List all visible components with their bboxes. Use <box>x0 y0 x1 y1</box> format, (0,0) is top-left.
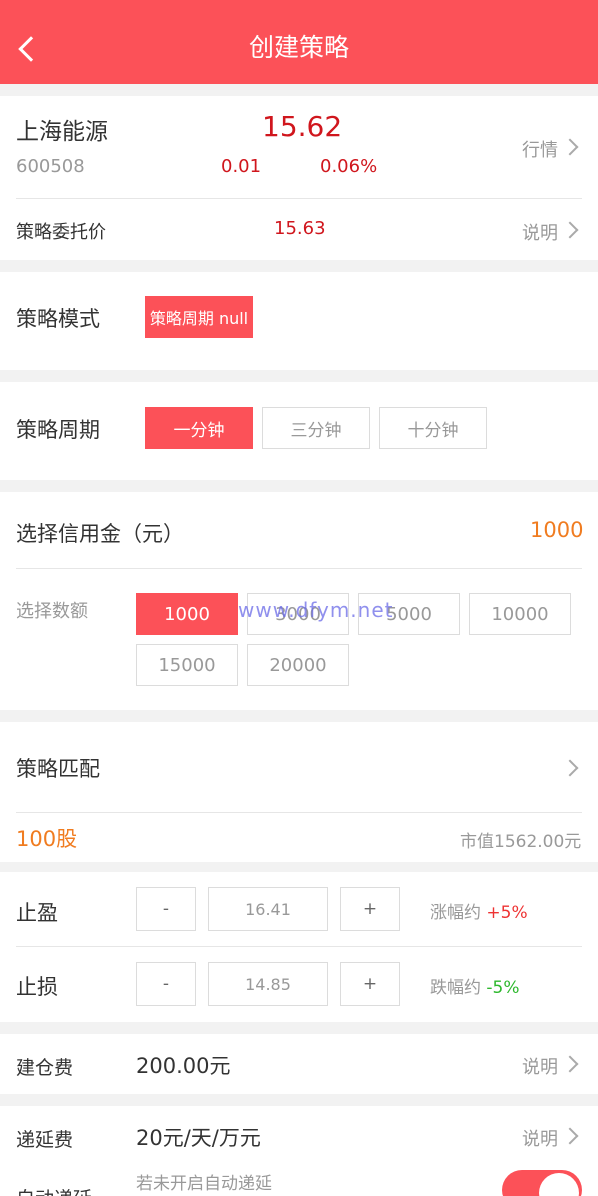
stop-loss-hint: 跌幅约 -5% <box>430 978 520 998</box>
stock-code: 600508 <box>16 156 85 177</box>
entrust-explain-link[interactable]: 说明 <box>522 219 558 245</box>
stock-change: 0.01 <box>221 156 262 177</box>
match-market-value: 市值1562.00元 <box>460 832 582 852</box>
stop-loss-plus-button[interactable]: + <box>340 962 400 1006</box>
defer-fee-explain-link[interactable]: 说明 <box>522 1125 558 1151</box>
divider <box>16 812 582 813</box>
page-title: 创建策略 <box>248 33 349 62</box>
take-profit-minus-button[interactable]: - <box>136 887 196 931</box>
credit-value: 1000 <box>530 518 584 542</box>
stock-change-pct: 0.06% <box>320 156 378 177</box>
entrust-price: 15.63 <box>274 218 326 239</box>
amount-option-1000[interactable]: 1000 <box>136 593 238 635</box>
app-header: 创建策略 <box>0 0 598 84</box>
take-profit-hint: 涨幅约 +5% <box>430 903 528 923</box>
stop-loss-input[interactable]: 14.85 <box>208 962 328 1006</box>
take-profit-input[interactable]: 16.41 <box>208 887 328 931</box>
stop-loss-minus-button[interactable]: - <box>136 962 196 1006</box>
defer-fee-value: 20元/天/万元 <box>136 1126 261 1150</box>
period-option-10min[interactable]: 十分钟 <box>379 407 487 449</box>
take-profit-plus-button[interactable]: + <box>340 887 400 931</box>
defer-fee-label: 递延费 <box>16 1129 74 1151</box>
period-option-3min[interactable]: 三分钟 <box>262 407 370 449</box>
mode-option-button[interactable]: 策略周期 null <box>145 296 253 338</box>
divider <box>16 198 582 199</box>
amount-label: 选择数额 <box>16 601 88 622</box>
open-fee-label: 建仓费 <box>16 1057 74 1079</box>
take-profit-pct: +5% <box>486 903 528 923</box>
open-fee-section <box>0 1034 598 1094</box>
match-shares: 100股 <box>16 827 78 851</box>
auto-defer-toggle[interactable] <box>502 1170 582 1196</box>
amount-option-20000[interactable]: 20000 <box>247 644 349 686</box>
stock-price: 15.62 <box>262 110 343 143</box>
toggle-knob <box>539 1173 579 1196</box>
open-fee-value: 200.00元 <box>136 1054 231 1078</box>
period-option-1min[interactable]: 一分钟 <box>145 407 253 449</box>
open-fee-explain-link[interactable]: 说明 <box>522 1053 558 1079</box>
auto-defer-hint: 若未开启自动递延 <box>136 1174 272 1194</box>
match-label: 策略匹配 <box>16 757 100 781</box>
divider <box>16 946 582 947</box>
divider <box>16 568 582 569</box>
stop-loss-pct: -5% <box>486 978 520 998</box>
stop-loss-label: 止损 <box>16 975 58 999</box>
amount-option-10000[interactable]: 10000 <box>469 593 571 635</box>
mode-label: 策略模式 <box>16 307 100 331</box>
stock-name: 上海能源 <box>16 119 108 145</box>
take-profit-label: 止盈 <box>16 901 58 925</box>
amount-option-15000[interactable]: 15000 <box>136 644 238 686</box>
entrust-label: 策略委托价 <box>16 222 106 243</box>
credit-label: 选择信用金（元） <box>16 522 184 546</box>
watermark-text: www.dfym.net <box>238 598 394 622</box>
quote-link[interactable]: 行情 <box>522 136 558 162</box>
period-label: 策略周期 <box>16 418 100 442</box>
auto-defer-label: 自动递延 <box>16 1184 92 1196</box>
